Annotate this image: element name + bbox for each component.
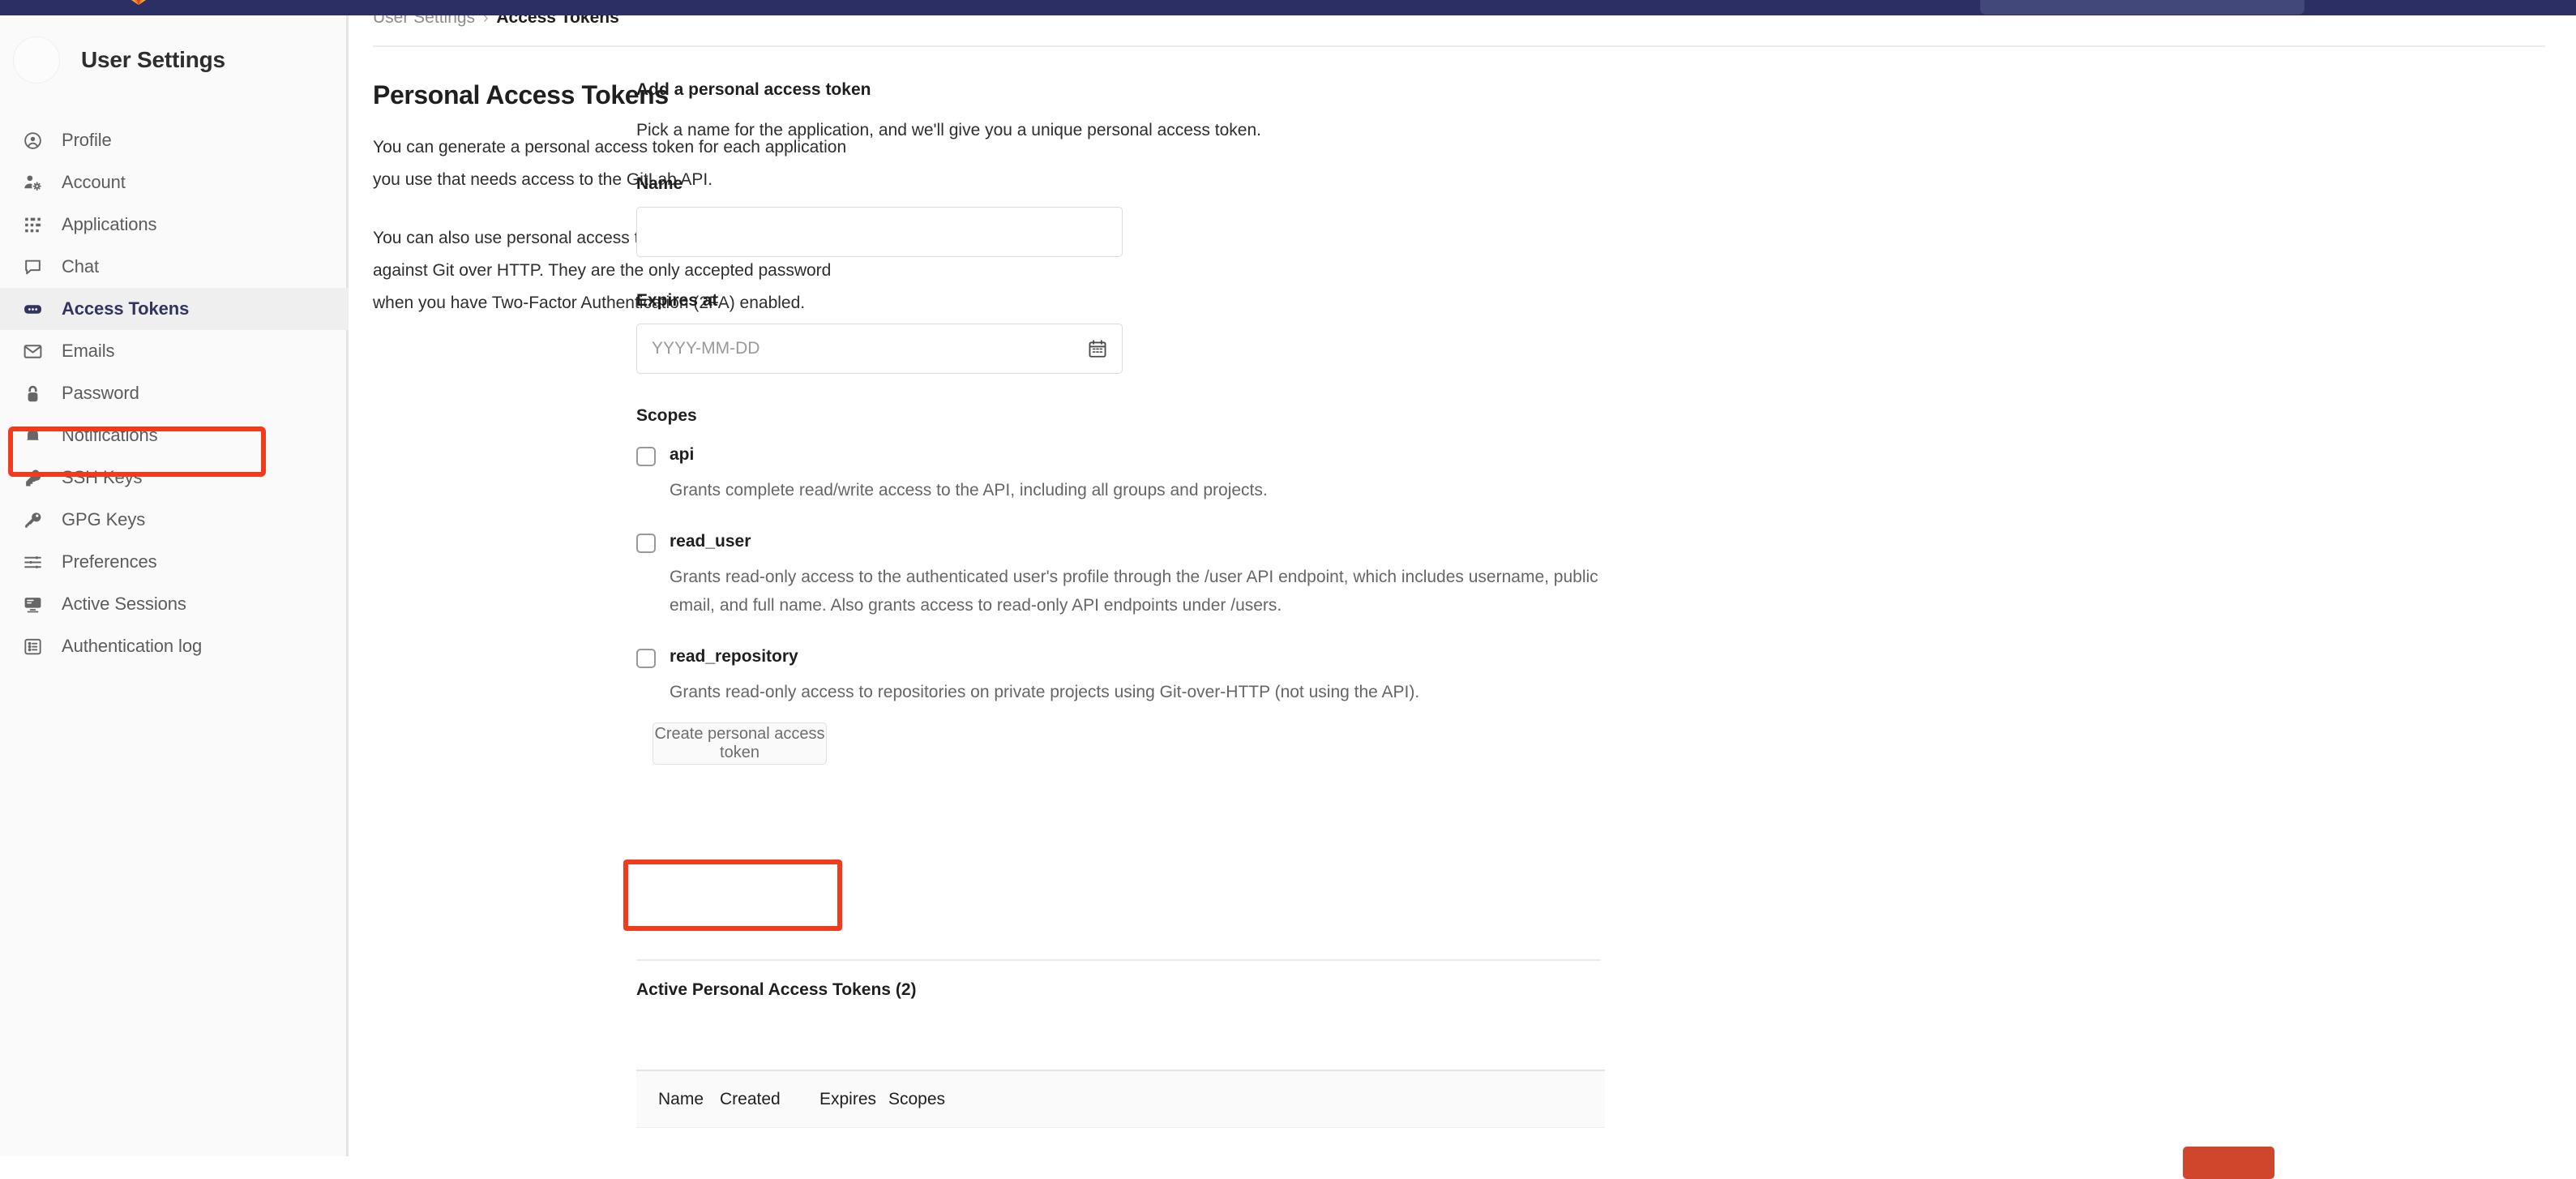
scope-name: read_user	[670, 532, 751, 551]
sidebar-item-ssh-keys[interactable]: SSH Keys	[0, 457, 349, 499]
scope-checkbox-api[interactable]	[636, 447, 656, 466]
breadcrumb-divider	[373, 45, 2545, 47]
sidebar-nav-list: Profile Account Applications Chat Access…	[0, 119, 349, 667]
sidebar-item-password[interactable]: Password	[0, 372, 349, 414]
revoke-token-button[interactable]	[2183, 1147, 2274, 1179]
scope-description: Grants read-only access to repositories …	[670, 683, 1420, 701]
account-gear-icon	[21, 171, 44, 194]
scope-name: api	[670, 445, 695, 464]
sidebar-item-chat[interactable]: Chat	[0, 246, 349, 288]
sidebar-item-label: Active Sessions	[62, 594, 186, 614]
column-header-expires: Expires	[819, 1089, 877, 1108]
gpg-key-icon	[21, 508, 44, 531]
sidebar-item-emails[interactable]: Emails	[0, 330, 349, 372]
monitor-icon	[21, 593, 44, 615]
scope-checkbox-read-user[interactable]	[636, 534, 656, 553]
sidebar-item-label: SSH Keys	[62, 467, 143, 487]
sidebar-item-active-sessions[interactable]: Active Sessions	[0, 583, 349, 625]
sidebar-item-label: Emails	[62, 341, 115, 361]
sidebar-item-label: Chat	[62, 256, 100, 277]
envelope-icon	[21, 340, 44, 362]
sidebar-item-label: Notifications	[62, 425, 158, 445]
scope-checkbox-read-repository[interactable]	[636, 649, 656, 668]
scope-row: read_user Grants read-only access to the…	[636, 532, 1658, 620]
column-header-name: Name	[658, 1089, 704, 1108]
active-tokens-title: Active Personal Access Tokens (2)	[636, 980, 917, 999]
create-button-annotation	[623, 860, 842, 931]
sidebar-item-label: Applications	[62, 214, 157, 234]
sidebar-item-profile[interactable]: Profile	[0, 119, 349, 161]
scope-description: Grants read-only access to the authentic…	[670, 568, 1598, 615]
expires-date-wrapper	[636, 324, 1123, 374]
sidebar-item-label: Authentication log	[62, 636, 203, 656]
user-settings-sidebar: User Settings Profile Account Applicatio…	[0, 15, 349, 1156]
sidebar-item-gpg-keys[interactable]: GPG Keys	[0, 499, 349, 541]
sidebar-item-label: Password	[62, 383, 139, 403]
ssh-key-icon	[21, 466, 44, 489]
table-header-row: Name Created Expires Scopes	[636, 1070, 1605, 1128]
sidebar-item-applications[interactable]: Applications	[0, 204, 349, 246]
sidebar-item-account[interactable]: Account	[0, 161, 349, 204]
scopes-label: Scopes	[636, 406, 697, 425]
avatar[interactable]	[13, 36, 60, 84]
sidebar-title: User Settings	[81, 47, 225, 72]
form-subtitle: Pick a name for the application, and we'…	[636, 121, 1261, 139]
lock-icon	[21, 382, 44, 405]
tokens-section-divider	[636, 959, 1601, 961]
gitlab-logo-icon[interactable]	[130, 0, 148, 6]
sidebar-item-label: Profile	[62, 130, 112, 150]
sidebar-item-notifications[interactable]: Notifications	[0, 414, 349, 457]
sidebar-header: User Settings	[0, 33, 349, 87]
scope-header: read_repository	[636, 647, 1658, 668]
active-tokens-table: Name Created Expires Scopes	[636, 1070, 1605, 1128]
token-name-input[interactable]	[636, 207, 1123, 257]
scope-name: read_repository	[670, 647, 798, 666]
bell-icon	[21, 424, 44, 447]
name-field-label: Name	[636, 174, 683, 193]
sidebar-item-access-tokens[interactable]: Access Tokens	[0, 288, 349, 330]
sidebar-item-authentication-log[interactable]: Authentication log	[0, 625, 349, 667]
scope-header: api	[636, 445, 1658, 466]
column-header-created: Created	[720, 1089, 781, 1108]
user-circle-icon	[21, 129, 44, 152]
log-list-icon	[21, 635, 44, 658]
sidebar-item-label: Access Tokens	[62, 298, 190, 319]
form-title: Add a personal access token	[636, 80, 871, 99]
sidebar-item-label: GPG Keys	[62, 509, 146, 529]
create-personal-access-token-button[interactable]: Create personal access token	[653, 722, 827, 765]
sidebar-item-preferences[interactable]: Preferences	[0, 541, 349, 583]
main-content: User Settings › Access Tokens Personal Acc…	[351, 8, 2576, 1179]
sliders-icon	[21, 551, 44, 573]
token-icon	[21, 298, 44, 320]
top-navigation-bar	[0, 0, 2576, 15]
sidebar-item-label: Preferences	[62, 551, 157, 572]
expires-field-label: Expires at	[636, 291, 718, 310]
expires-date-input[interactable]	[636, 324, 1123, 374]
column-header-scopes: Scopes	[888, 1089, 946, 1108]
scope-row: read_repository Grants read-only access …	[636, 647, 1658, 706]
add-token-form: Add a personal access token Pick a name …	[636, 80, 1658, 765]
global-search-input[interactable]	[1980, 0, 2304, 15]
scope-description: Grants complete read/write access to the…	[670, 481, 1268, 499]
sidebar-item-label: Account	[62, 172, 126, 192]
scope-header: read_user	[636, 532, 1658, 553]
scope-row: api Grants complete read/write access to…	[636, 445, 1658, 504]
chat-bubble-icon	[21, 255, 44, 278]
apps-grid-icon	[21, 213, 44, 236]
